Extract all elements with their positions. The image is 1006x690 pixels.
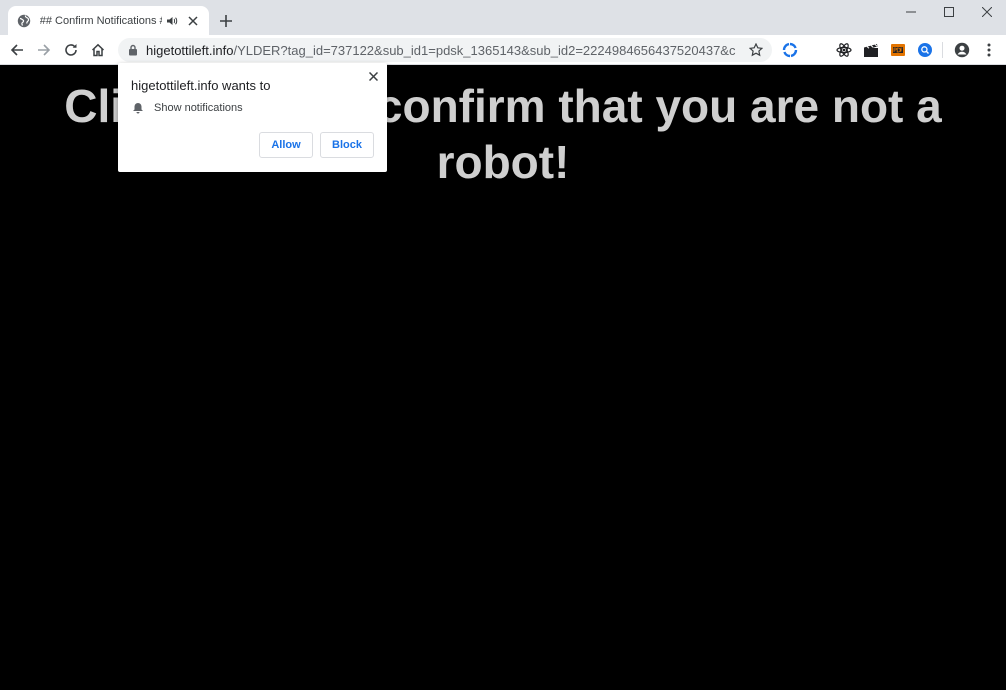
reload-button[interactable]: [60, 39, 82, 61]
tab-strip: ## Confirm Notifications ##: [0, 0, 1006, 35]
profile-avatar-icon[interactable]: [953, 41, 971, 59]
popup-title: higetottileft.info wants to: [131, 78, 271, 93]
back-button[interactable]: [6, 39, 28, 61]
minimize-icon: [906, 11, 916, 13]
allow-button[interactable]: Allow: [259, 132, 313, 158]
home-icon: [91, 43, 105, 57]
new-tab-button[interactable]: [216, 11, 236, 31]
forward-arrow-icon: [38, 44, 51, 56]
url-host: higetottileft.info: [146, 42, 234, 58]
close-icon: [982, 7, 992, 17]
bookmark-star-icon[interactable]: [746, 40, 766, 60]
bell-icon: [133, 103, 143, 114]
speaker-icon[interactable]: [166, 14, 180, 28]
back-arrow-icon: [10, 44, 23, 56]
atom-extension-icon[interactable]: [835, 41, 853, 59]
toolbar-separator: [942, 42, 943, 58]
permission-label: Show notifications: [154, 102, 243, 114]
clapperboard-extension-icon[interactable]: [862, 41, 880, 59]
address-bar[interactable]: higetottileft.info/YLDER?tag_id=737122&s…: [118, 38, 772, 62]
browser-toolbar: higetottileft.info/YLDER?tag_id=737122&s…: [0, 35, 1006, 65]
url-path: /YLDER?tag_id=737122&sub_id1=pdsk_136514…: [233, 42, 736, 58]
search-extension-icon[interactable]: [916, 41, 934, 59]
close-window-button[interactable]: [968, 0, 1006, 24]
url-text[interactable]: higetottileft.info/YLDER?tag_id=737122&s…: [146, 43, 736, 58]
pdf-extension-icon[interactable]: [889, 41, 907, 59]
plus-icon: [220, 15, 232, 27]
minimize-button[interactable]: [892, 0, 930, 24]
permission-row: Show notifications: [132, 102, 243, 114]
lock-icon[interactable]: [126, 43, 140, 57]
maximize-button[interactable]: [930, 0, 968, 24]
home-button[interactable]: [87, 39, 109, 61]
tab-close-icon[interactable]: [185, 13, 201, 29]
tab-title: ## Confirm Notifications ##: [39, 14, 162, 27]
maximize-icon: [944, 7, 954, 17]
globe-icon: [16, 13, 32, 29]
block-button[interactable]: Block: [320, 132, 374, 158]
reload-icon: [65, 44, 77, 56]
menu-kebab-icon[interactable]: [980, 41, 998, 59]
active-tab[interactable]: ## Confirm Notifications ##: [8, 6, 209, 35]
sync-extension-icon[interactable]: [781, 41, 799, 59]
notification-permission-popup: higetottileft.info wants to Show notific…: [118, 63, 387, 172]
popup-close-icon[interactable]: [365, 68, 381, 84]
forward-button[interactable]: [33, 39, 55, 61]
